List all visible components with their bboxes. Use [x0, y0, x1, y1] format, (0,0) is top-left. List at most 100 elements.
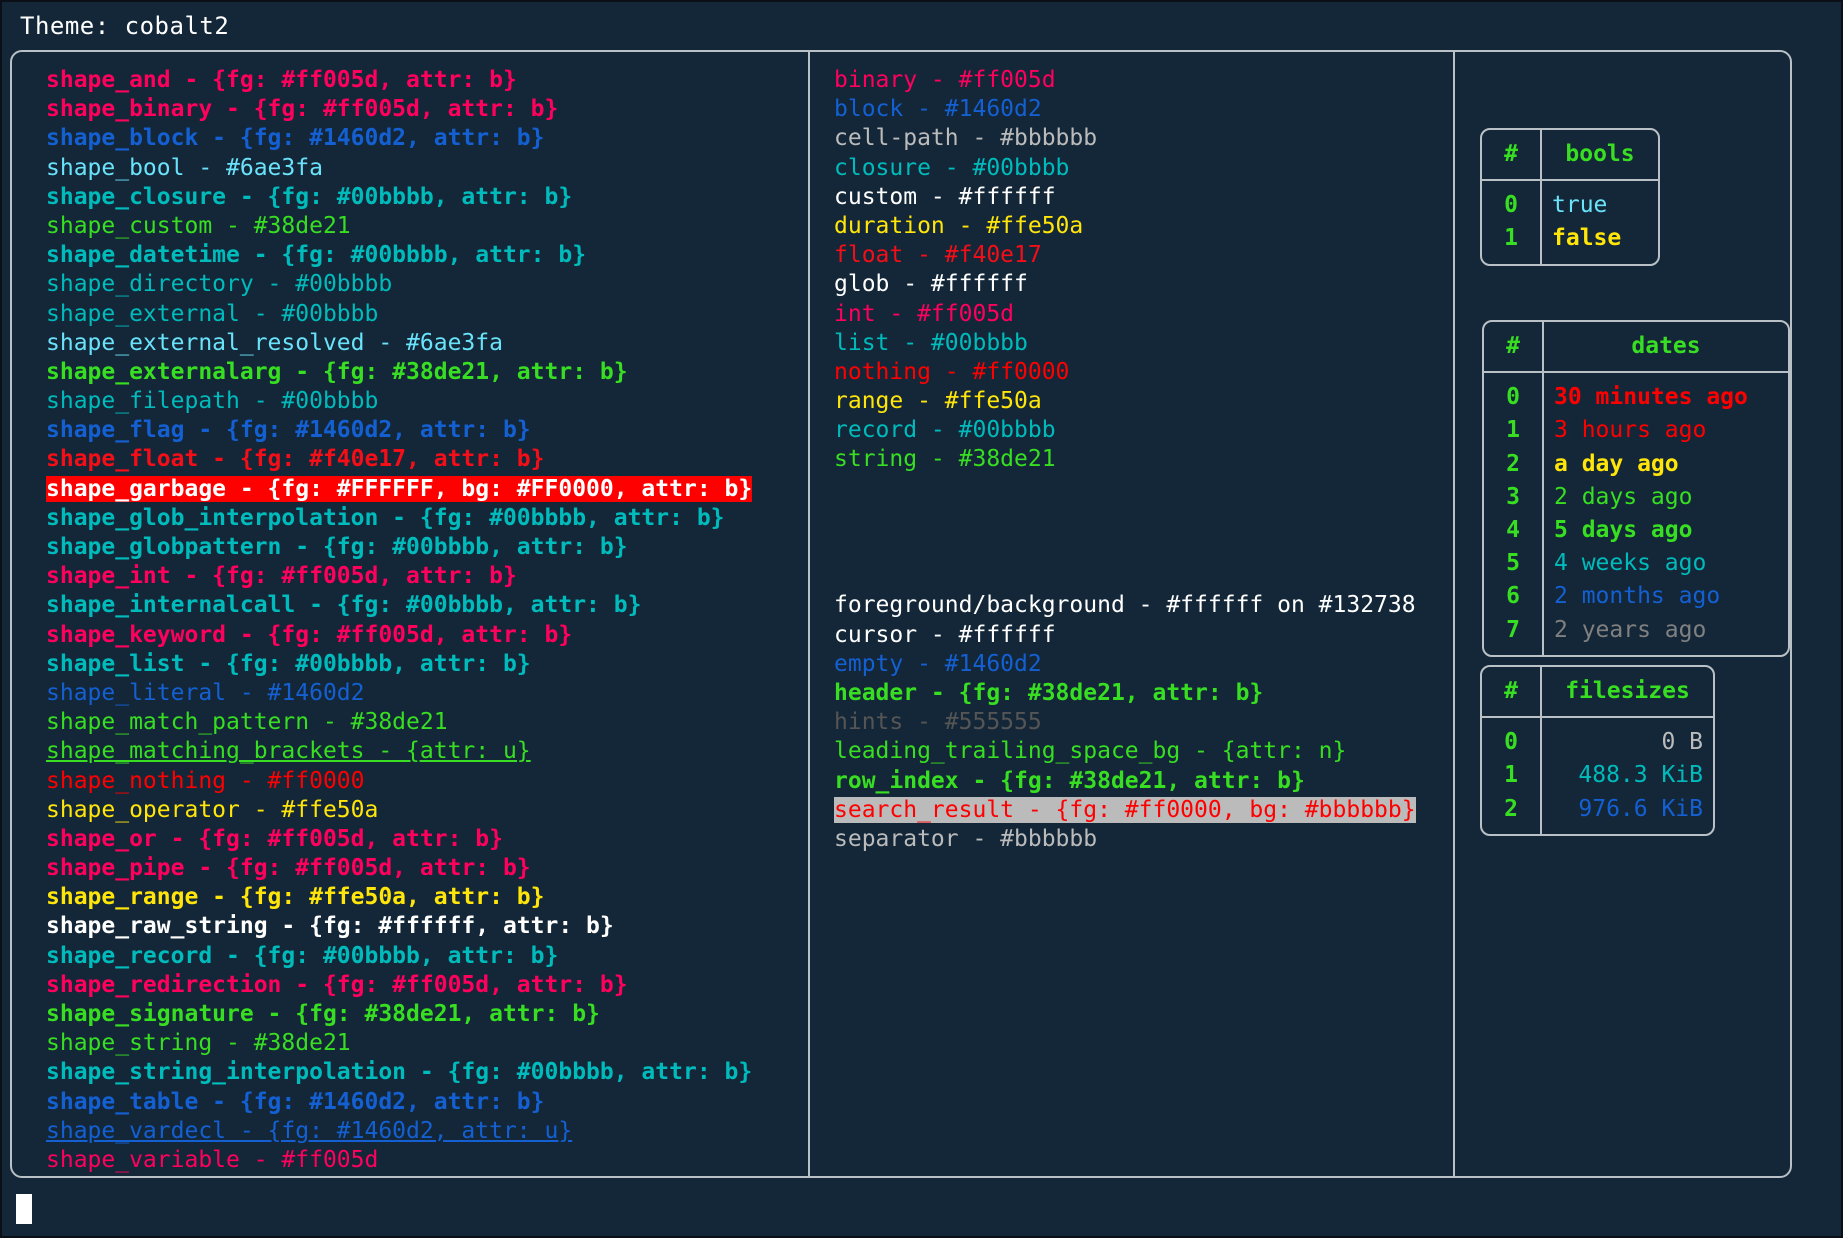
row-index-cell: 5	[1484, 547, 1544, 581]
shape-entry: shape_vardecl - {fg: #1460d2, attr: u}	[46, 1117, 573, 1144]
type-line: custom - #ffffff	[834, 183, 1454, 212]
shape-entry: shape_custom - #38de21	[46, 212, 351, 239]
shape-line: shape_filepath - #00bbbb	[46, 387, 806, 416]
type-line: header - {fg: #38de21, attr: b}	[834, 679, 1454, 708]
type-definitions-list: binary - #ff005d block - #1460d2 cell-path…	[834, 66, 1454, 854]
shape-line: shape_raw_string - {fg: #ffffff, attr: b…	[46, 912, 806, 941]
type-line: closure - #00bbbb	[834, 154, 1454, 183]
row-index-cell: 0	[1484, 372, 1544, 415]
row-value-cell: 2 days ago	[1554, 483, 1693, 510]
shape-entry: shape_string - #38de21	[46, 1030, 351, 1057]
dates-header-index: #	[1484, 322, 1544, 374]
shape-entry: shape_block - {fg: #1460d2, attr: b}	[46, 125, 545, 152]
shape-entry: shape_record - {fg: #00bbbb, attr: b}	[46, 942, 559, 969]
type-entry: block - #1460d2	[834, 96, 1042, 123]
shape-line: shape_match_pattern - #38de21	[46, 708, 806, 737]
shape-line: shape_garbage - {fg: #FFFFFF, bg: #FF000…	[46, 475, 806, 504]
table-row: 1 488.3 KiB	[1482, 759, 1713, 793]
filesizes-table-body: 0 0 B 1 488.3 KiB 2 976.6 KiB	[1482, 717, 1713, 834]
shape-entry: shape_float - {fg: #f40e17, attr: b}	[46, 446, 545, 473]
shape-entry: shape_keyword - {fg: #ff005d, attr: b}	[46, 621, 573, 648]
shape-line: shape_list - {fg: #00bbbb, attr: b}	[46, 650, 806, 679]
shape-entry: shape_raw_string - {fg: #ffffff, attr: b…	[46, 913, 614, 940]
row-index-cell: 4	[1484, 514, 1544, 548]
type-entry: header - {fg: #38de21, attr: b}	[834, 679, 1264, 706]
shape-entry: shape_closure - {fg: #00bbbb, attr: b}	[46, 183, 573, 210]
shape-line: shape_internalcall - {fg: #00bbbb, attr:…	[46, 591, 806, 620]
shape-line: shape_externalarg - {fg: #38de21, attr: …	[46, 358, 806, 387]
row-value-cell: 2 years ago	[1554, 616, 1707, 643]
filesizes-header-index: #	[1482, 667, 1542, 719]
type-line	[834, 504, 1454, 533]
shape-entry: shape_pipe - {fg: #ff005d, attr: b}	[46, 855, 531, 882]
row-index-cell: 1	[1482, 759, 1542, 793]
shape-entry: shape_range - {fg: #ffe50a, attr: b}	[46, 884, 545, 911]
row-value-cell: 4 weeks ago	[1554, 550, 1707, 577]
shape-line: shape_table - {fg: #1460d2, attr: b}	[46, 1088, 806, 1117]
row-index-cell: 6	[1484, 580, 1544, 614]
bools-table: # bools 0 true 1 false	[1480, 128, 1660, 266]
shape-entry: shape_nothing - #ff0000	[46, 767, 365, 794]
filesizes-table: # filesizes 0 0 B 1 488.3 KiB 2 976.6 KiB	[1480, 665, 1715, 836]
shape-line: shape_closure - {fg: #00bbbb, attr: b}	[46, 183, 806, 212]
type-line: foreground/background - #ffffff on #1327…	[834, 591, 1454, 620]
row-value-cell: 0 B	[1661, 729, 1703, 756]
shape-entry: shape_literal - #1460d2	[46, 679, 365, 706]
row-value-cell: 3 hours ago	[1554, 417, 1707, 444]
table-row: 0 0 B	[1482, 717, 1713, 760]
shape-line: shape_external - #00bbbb	[46, 300, 806, 329]
terminal-window: Theme: cobalt2 shape_and - {fg: #ff005d,…	[0, 0, 1843, 1238]
type-line: glob - #ffffff	[834, 270, 1454, 299]
shape-line: shape_matching_brackets - {attr: u}	[46, 737, 806, 766]
shape-line: shape_custom - #38de21	[46, 212, 806, 241]
shape-entry: shape_glob_interpolation - {fg: #00bbbb,…	[46, 504, 725, 531]
shape-entry: shape_externalarg - {fg: #38de21, attr: …	[46, 358, 628, 385]
type-entry: foreground/background - #ffffff on #1327…	[834, 592, 1416, 619]
shape-entry: shape_int - {fg: #ff005d, attr: b}	[46, 563, 517, 590]
shape-entry: shape_operator - #ffe50a	[46, 796, 379, 823]
shape-line: shape_range - {fg: #ffe50a, attr: b}	[46, 883, 806, 912]
shape-entry: shape_match_pattern - #38de21	[46, 709, 448, 736]
table-row: 2 a day ago	[1484, 447, 1788, 481]
row-index-cell: 2	[1484, 447, 1544, 481]
bools-header-index: #	[1482, 130, 1542, 182]
type-entry: binary - #ff005d	[834, 67, 1056, 93]
shape-line: shape_globpattern - {fg: #00bbbb, attr: …	[46, 533, 806, 562]
shape-line: shape_glob_interpolation - {fg: #00bbbb,…	[46, 504, 806, 533]
shape-definitions-list: shape_and - {fg: #ff005d, attr: b} shape_…	[46, 66, 806, 1175]
shape-entry: shape_matching_brackets - {attr: u}	[46, 738, 531, 765]
type-line	[834, 475, 1454, 504]
row-index-cell: 1	[1482, 222, 1542, 264]
shape-line: shape_string - #38de21	[46, 1029, 806, 1058]
type-line: string - #38de21	[834, 445, 1454, 474]
shape-entry: shape_redirection - {fg: #ff005d, attr: …	[46, 971, 628, 998]
theme-preview-panel: shape_and - {fg: #ff005d, attr: b} shape_…	[10, 50, 1792, 1178]
table-row: 3 2 days ago	[1484, 480, 1788, 515]
row-value-cell: 976.6 KiB	[1578, 795, 1703, 822]
shape-entry: shape_bool - #6ae3fa	[46, 154, 323, 181]
type-entry: separator - #bbbbbb	[834, 825, 1098, 852]
type-entry: int - #ff005d	[834, 300, 1015, 327]
type-line: duration - #ffe50a	[834, 212, 1454, 241]
type-line: range - #ffe50a	[834, 387, 1454, 416]
shape-line: shape_and - {fg: #ff005d, attr: b}	[46, 66, 806, 95]
type-line: int - #ff005d	[834, 300, 1454, 329]
table-row: 0 true	[1482, 180, 1658, 223]
type-entry: cell-path - #bbbbbb	[834, 125, 1098, 152]
dates-header-value: dates	[1543, 322, 1788, 374]
shape-entry: shape_and - {fg: #ff005d, attr: b}	[46, 67, 517, 93]
shape-line: shape_pipe - {fg: #ff005d, attr: b}	[46, 854, 806, 883]
type-line: list - #00bbbb	[834, 329, 1454, 358]
shape-entry: shape_globpattern - {fg: #00bbbb, attr: …	[46, 534, 628, 560]
bools-table-body: 0 true 1 false	[1482, 180, 1658, 264]
type-line	[834, 562, 1454, 591]
type-line: binary - #ff005d	[834, 66, 1454, 95]
shape-line: shape_literal - #1460d2	[46, 679, 806, 708]
type-entry: range - #ffe50a	[834, 388, 1042, 415]
shape-entry: shape_list - {fg: #00bbbb, attr: b}	[46, 650, 531, 677]
row-index-cell: 3	[1484, 480, 1544, 515]
row-index-cell: 7	[1484, 613, 1544, 655]
type-entry: custom - #ffffff	[834, 183, 1056, 210]
type-line: cursor - #ffffff	[834, 621, 1454, 650]
type-line: search_result - {fg: #ff0000, bg: #bbbbb…	[834, 796, 1454, 825]
